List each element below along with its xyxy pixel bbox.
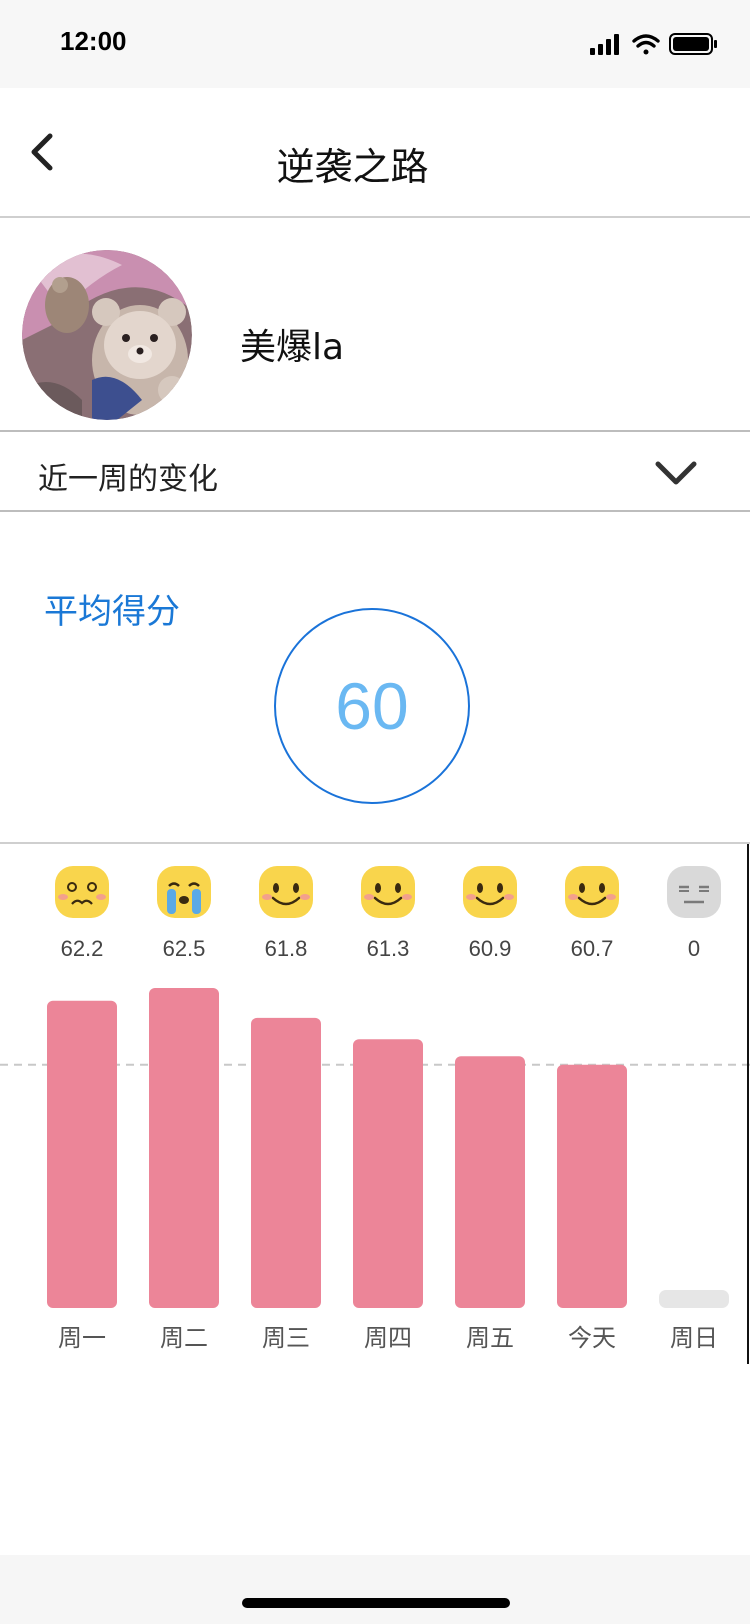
bar-value-label: 61.3 [367,936,410,961]
bar-0[interactable] [47,1000,117,1308]
category-label: 今天 [568,1324,616,1352]
category-label: 周四 [364,1324,412,1352]
home-indicator[interactable] [242,1598,510,1608]
mood-smile-icon [565,866,619,918]
plush-bear-avatar [22,250,192,420]
weekly-bar-chart: 62.2 周一 62.5 周二 61.8 周三 61.3 周四 60.9 周五 60.7 今天 0 周日 [0,866,750,1352]
bar-6[interactable] [659,1290,729,1308]
bar-value-label: 60.7 [571,936,614,961]
mood-worried-icon [55,866,109,918]
wifi-icon [632,34,660,55]
chart-edge-divider [747,844,749,1364]
username: 美爆la [240,327,345,368]
period-selector[interactable]: 近一周的变化 [0,432,750,512]
signal-icon [590,34,619,55]
bar-value-label: 60.9 [469,936,512,961]
mood-smile-icon [361,866,415,918]
bar-5[interactable] [557,1064,627,1308]
bar-value-label: 61.8 [265,936,308,961]
chevron-down-icon[interactable] [654,452,698,492]
category-label: 周五 [466,1324,514,1352]
avatar[interactable] [22,250,192,420]
category-label: 周一 [58,1324,106,1352]
status-icons [590,33,717,55]
mood-neutral-icon [667,866,721,918]
page-title: 逆袭之路 [276,145,429,189]
bar-value-label: 62.2 [61,936,104,961]
nav-bar: 逆袭之路 [0,88,750,218]
status-time: 12:00 [60,26,127,56]
mood-smile-icon [259,866,313,918]
home-area [0,1555,750,1624]
profile-header: 美爆la [0,218,750,432]
bar-value-label: 62.5 [163,936,206,961]
bar-3[interactable] [353,1039,423,1308]
battery-icon [669,33,717,55]
status-bar: 12:00 [0,0,750,88]
category-label: 周日 [670,1324,718,1352]
score-circle: 60 [274,608,470,804]
average-score-card: 平均得分 60 [0,512,750,844]
bar-value-label: 0 [688,936,700,961]
bar-2[interactable] [251,1017,321,1308]
average-score-value: 60 [335,669,409,743]
weekly-chart: 62.2 周一 62.5 周二 61.8 周三 61.3 周四 60.9 周五 60.7 今天 0 周日 [0,844,750,1364]
average-score-label: 平均得分 [44,592,180,632]
bar-1[interactable] [149,988,219,1308]
category-label: 周二 [160,1324,208,1352]
bar-4[interactable] [455,1056,525,1308]
mood-smile-icon [463,866,517,918]
mood-crying-icon [157,866,211,918]
period-label: 近一周的变化 [38,462,218,497]
category-label: 周三 [262,1324,310,1352]
